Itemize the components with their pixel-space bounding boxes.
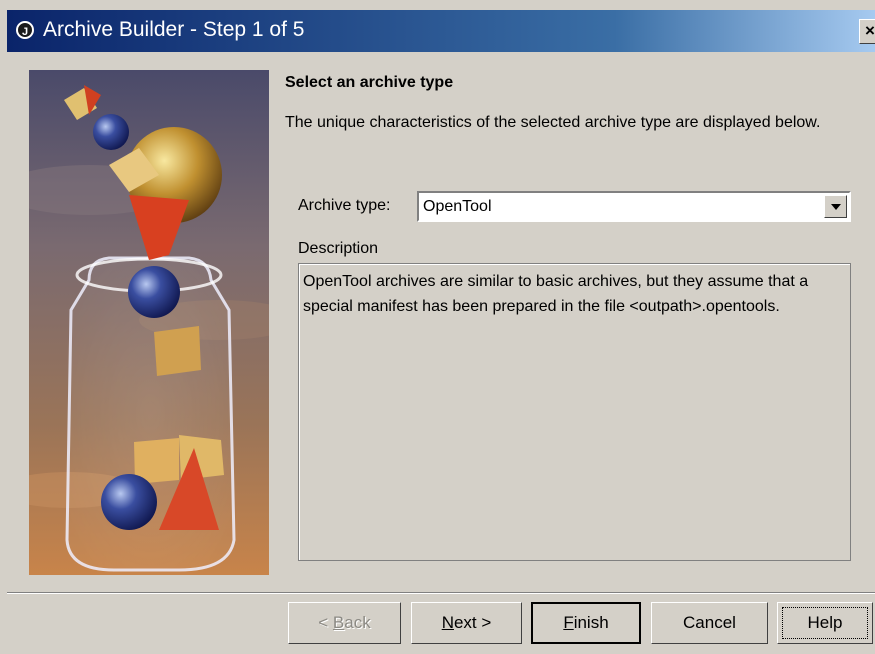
back-button[interactable]: < Back [288,602,401,644]
finish-button-mnemonic: F [563,613,574,632]
finish-button[interactable]: Finish [531,602,641,644]
close-button[interactable]: × [859,19,875,44]
help-button[interactable]: Help [777,602,873,644]
page-heading: Select an archive type [285,74,454,91]
app-icon: J [16,21,34,39]
cancel-button[interactable]: Cancel [651,602,768,644]
chevron-down-icon[interactable] [824,195,847,218]
archive-type-label: Archive type: [298,197,391,214]
button-separator [7,592,875,594]
next-button[interactable]: Next > [411,602,522,644]
back-button-prefix: < [318,613,333,632]
window-title: Archive Builder - Step 1 of 5 [43,18,305,41]
wizard-illustration [29,70,269,575]
title-bar[interactable]: J Archive Builder - Step 1 of 5 × [7,10,875,52]
archive-type-select[interactable]: OpenTool [417,191,851,222]
next-button-rest: ext > [453,613,492,632]
archive-builder-dialog: J Archive Builder - Step 1 of 5 × Select… [0,0,875,654]
archive-type-value: OpenTool [423,198,492,215]
intro-text: The unique characteristics of the select… [285,114,821,131]
back-button-rest: ack [344,613,371,632]
back-button-mnemonic: B [332,613,345,632]
description-label: Description [298,240,379,257]
next-button-mnemonic: N [441,613,454,632]
finish-button-rest: inish [573,613,609,632]
description-text: OpenTool archives are similar to basic a… [298,263,851,561]
